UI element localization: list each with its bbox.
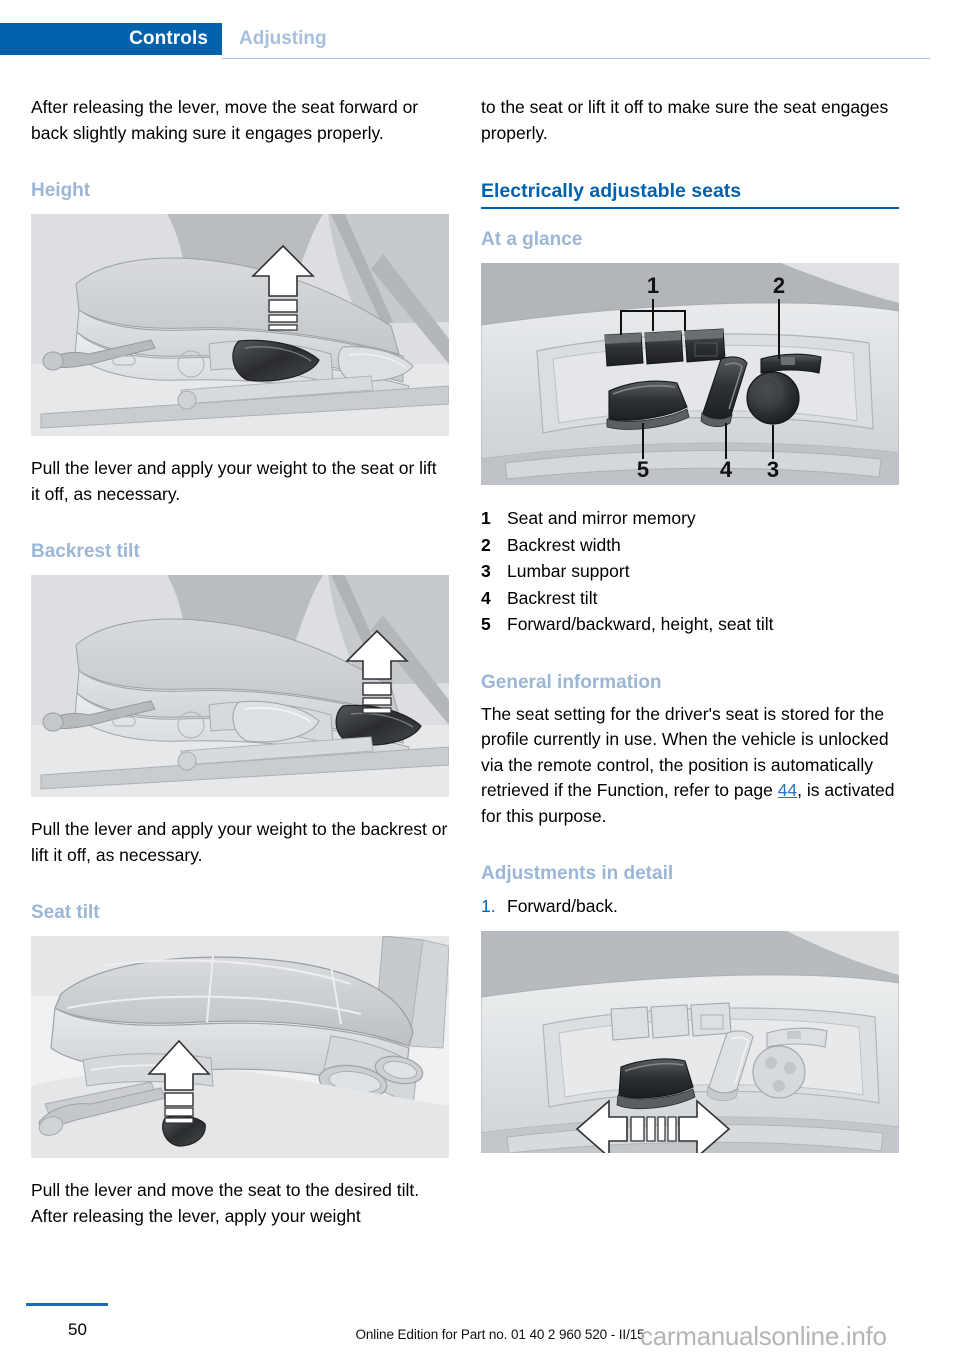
callout-label-2: 2 [773,273,785,298]
seat-height-lever-illustration [31,214,449,436]
heading-electrically-adjustable-seats: Electrically adjustable seats [481,180,899,209]
heading-general-information: General information [481,671,662,693]
heading-seat-tilt: Seat tilt [31,902,100,923]
callout-label-1: 1 [647,273,659,298]
page-footer: 50 Online Edition for Part no. 01 40 2 9… [0,1296,960,1362]
memory-buttons-group [604,328,726,367]
continued-paragraph: to the seat or lift it off to make sure … [481,97,889,143]
figure-seat-control-panel: 1 2 3 4 5 [481,263,899,485]
backrest-width-control [760,353,822,374]
callout-label-5: 5 [637,457,649,482]
legend-item: 4 Backrest tilt [481,585,899,612]
seat-control-panel-illustration: 1 2 3 4 5 [481,263,899,485]
legend-number: 4 [481,587,491,608]
seat-position-control [606,380,690,430]
heading-height: Height [31,180,91,201]
breadcrumb-tab-adjusting-label: Adjusting [239,28,327,49]
breadcrumb-tab-adjusting[interactable]: Adjusting [239,24,327,54]
backrest-tilt-caption: Pull the lever and apply your weight to … [31,819,448,865]
legend-number: 5 [481,614,491,634]
intro-paragraph: After releasing the lever, move the seat… [31,97,419,143]
forward-back-control [616,1058,696,1110]
heading-at-a-glance: At a glance [481,229,583,250]
legend-label: Forward/backward, height, seat tilt [507,614,774,634]
figure-seat-height [31,214,449,436]
legend-item: 3 Lumbar support [481,558,899,585]
heading-adjustments-in-detail: Adjustments in detail [481,863,674,884]
legend-label: Backrest width [507,534,621,555]
seat-forward-back-control-illustration [481,931,899,1153]
legend-item: 1 Seat and mirror memory [481,505,899,532]
figure-backrest-tilt [31,575,449,797]
heading-backrest-tilt: Backrest tilt [31,541,140,562]
lumbar-support-knob [752,1045,806,1099]
legend-label: Lumbar support [507,561,630,581]
legend-number: 2 [481,534,491,555]
callout-label-4: 4 [720,457,733,482]
height-caption: Pull the lever and apply your weight to … [31,458,437,504]
step-item: 1. Forward/back. [481,893,899,919]
header-divider [222,58,930,59]
left-column: After releasing the lever, move the seat… [31,95,449,1229]
site-watermark: carmanualsonline.info [640,1321,887,1351]
adjustment-steps-list: 1. Forward/back. [481,893,899,919]
step-label: Forward/back. [507,896,618,916]
page-header: Controls Adjusting [0,0,960,62]
legend-number: 3 [481,561,491,581]
callout-label-3: 3 [767,457,779,482]
legend-number: 1 [481,508,491,528]
step-number: 1. [481,896,496,916]
seat-tilt-caption: Pull the lever and move the seat to the … [31,1180,420,1226]
breadcrumb-tab-controls[interactable]: Controls [0,23,222,55]
right-column: to the seat or lift it off to make sure … [481,95,899,1153]
page-number: 50 [68,1320,87,1339]
legend-label: Seat and mirror memory [507,508,696,528]
legend-label: Backrest tilt [507,587,598,608]
page-reference-link[interactable]: 44 [778,780,797,800]
memory-buttons-group [610,1002,732,1041]
seat-tilt-lever-illustration [31,936,449,1158]
general-information-paragraph: The seat setting for the driver's seat i… [481,702,899,830]
legend-item: 2 Backrest width [481,532,899,559]
figure-seat-tilt [31,936,449,1158]
legend-item: 5 Forward/backward, height, seat tilt [481,611,899,638]
control-panel-legend: 1 Seat and mirror memory 2 Backrest widt… [481,505,899,638]
footer-divider [26,1303,108,1306]
figure-forward-back-control [481,931,899,1153]
lumbar-support-knob [746,371,800,425]
backrest-width-control [766,1027,828,1048]
breadcrumb-tab-controls-label: Controls [129,28,208,49]
seat-backrest-tilt-lever-illustration [31,575,449,797]
